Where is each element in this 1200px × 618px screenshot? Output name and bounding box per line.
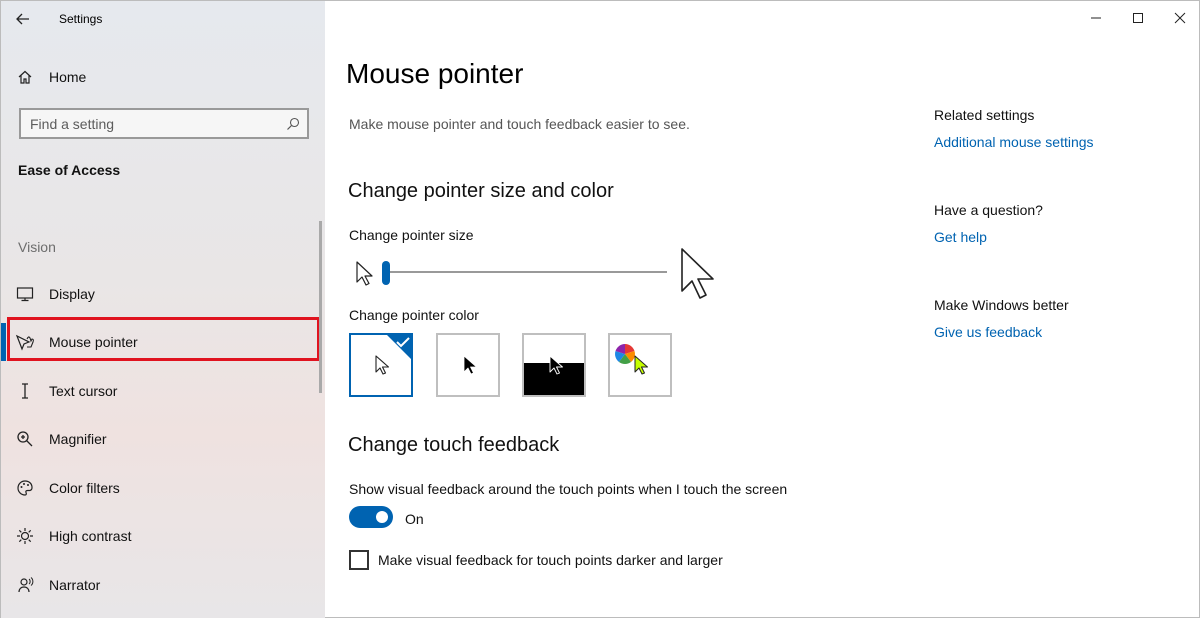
maximize-button[interactable] bbox=[1117, 1, 1159, 35]
black-pointer-icon bbox=[463, 355, 477, 375]
search-icon[interactable] bbox=[279, 117, 307, 131]
small-pointer-icon bbox=[356, 261, 373, 286]
sidebar-item-display[interactable]: Display bbox=[1, 274, 321, 314]
monitor-icon bbox=[1, 286, 49, 302]
sidebar-item-label: Magnifier bbox=[49, 431, 107, 447]
magnifier-icon bbox=[1, 430, 49, 448]
page-title: Mouse pointer bbox=[346, 58, 524, 89]
touch-heading: Change touch feedback bbox=[348, 434, 560, 456]
toggle-state-label: On bbox=[405, 511, 424, 527]
slider-thumb[interactable] bbox=[382, 261, 390, 285]
additional-mouse-settings-link[interactable]: Additional mouse settings bbox=[934, 134, 1094, 150]
pointer-color-label: Change pointer color bbox=[349, 307, 479, 323]
pointer-color-inverted[interactable] bbox=[522, 333, 586, 397]
minimize-button[interactable] bbox=[1075, 1, 1117, 35]
window-controls bbox=[1075, 1, 1200, 35]
size-color-heading: Change pointer size and color bbox=[348, 180, 614, 202]
close-button[interactable] bbox=[1159, 1, 1200, 35]
section-title: Ease of Access bbox=[18, 162, 121, 178]
get-help-link[interactable]: Get help bbox=[934, 229, 987, 245]
pointer-size-label: Change pointer size bbox=[349, 227, 474, 243]
sidebar: Settings Home Find a setting Ease of Acc… bbox=[1, 1, 325, 618]
minimize-icon bbox=[1091, 17, 1101, 19]
related-settings-heading: Related settings bbox=[934, 107, 1035, 123]
settings-window: Settings Home Find a setting Ease of Acc… bbox=[0, 0, 1200, 618]
large-pointer-icon bbox=[681, 248, 714, 299]
color-wheel-icon bbox=[615, 344, 635, 364]
sidebar-item-label: Display bbox=[49, 286, 95, 302]
highlight-annotation bbox=[7, 317, 320, 361]
sidebar-item-high-contrast[interactable]: High contrast bbox=[1, 516, 321, 556]
title-bar: Settings bbox=[1, 1, 325, 37]
sidebar-item-label: Text cursor bbox=[49, 383, 118, 399]
pointer-size-slider[interactable] bbox=[355, 257, 715, 293]
darker-feedback-label[interactable]: Make visual feedback for touch points da… bbox=[378, 552, 723, 568]
close-icon bbox=[1174, 12, 1186, 24]
slider-track[interactable] bbox=[385, 271, 667, 273]
main-content: Mouse pointer Make mouse pointer and tou… bbox=[325, 1, 1200, 618]
search-box[interactable]: Find a setting bbox=[19, 108, 309, 139]
give-feedback-link[interactable]: Give us feedback bbox=[934, 324, 1042, 340]
palette-icon bbox=[1, 479, 49, 497]
sidebar-item-magnifier[interactable]: Magnifier bbox=[1, 419, 321, 459]
white-pointer-icon bbox=[375, 355, 390, 375]
app-title: Settings bbox=[59, 12, 103, 26]
sidebar-item-label: Narrator bbox=[49, 577, 101, 593]
text-cursor-icon bbox=[1, 382, 49, 400]
pointer-color-custom[interactable] bbox=[608, 333, 672, 397]
page-description: Make mouse pointer and touch feedback ea… bbox=[349, 116, 690, 132]
darker-feedback-checkbox[interactable] bbox=[349, 550, 369, 570]
touch-feedback-toggle[interactable] bbox=[349, 506, 393, 528]
sidebar-item-text-cursor[interactable]: Text cursor bbox=[1, 371, 321, 411]
sidebar-item-label: Color filters bbox=[49, 480, 120, 496]
sidebar-item-color-filters[interactable]: Color filters bbox=[1, 468, 321, 508]
sidebar-item-narrator[interactable]: Narrator bbox=[1, 565, 321, 605]
group-label: Vision bbox=[18, 239, 56, 255]
question-heading: Have a question? bbox=[934, 202, 1043, 218]
sun-icon bbox=[1, 527, 49, 545]
home-label: Home bbox=[49, 69, 87, 85]
maximize-icon bbox=[1133, 13, 1143, 23]
sidebar-scrollbar[interactable] bbox=[319, 221, 322, 393]
sidebar-item-label: High contrast bbox=[49, 528, 132, 544]
make-windows-better-heading: Make Windows better bbox=[934, 297, 1069, 313]
home-icon bbox=[1, 69, 49, 85]
inverted-pointer-icon bbox=[549, 355, 563, 375]
search-input[interactable]: Find a setting bbox=[21, 116, 279, 132]
toggle-knob bbox=[376, 511, 388, 523]
custom-pointer-icon bbox=[634, 355, 648, 375]
sidebar-item-home[interactable]: Home bbox=[1, 59, 325, 95]
back-arrow-icon bbox=[16, 13, 29, 25]
narrator-icon bbox=[1, 576, 49, 594]
back-button[interactable] bbox=[1, 1, 45, 37]
pointer-color-black[interactable] bbox=[436, 333, 500, 397]
touch-feedback-label: Show visual feedback around the touch po… bbox=[349, 481, 788, 497]
pointer-color-white[interactable] bbox=[349, 333, 413, 397]
